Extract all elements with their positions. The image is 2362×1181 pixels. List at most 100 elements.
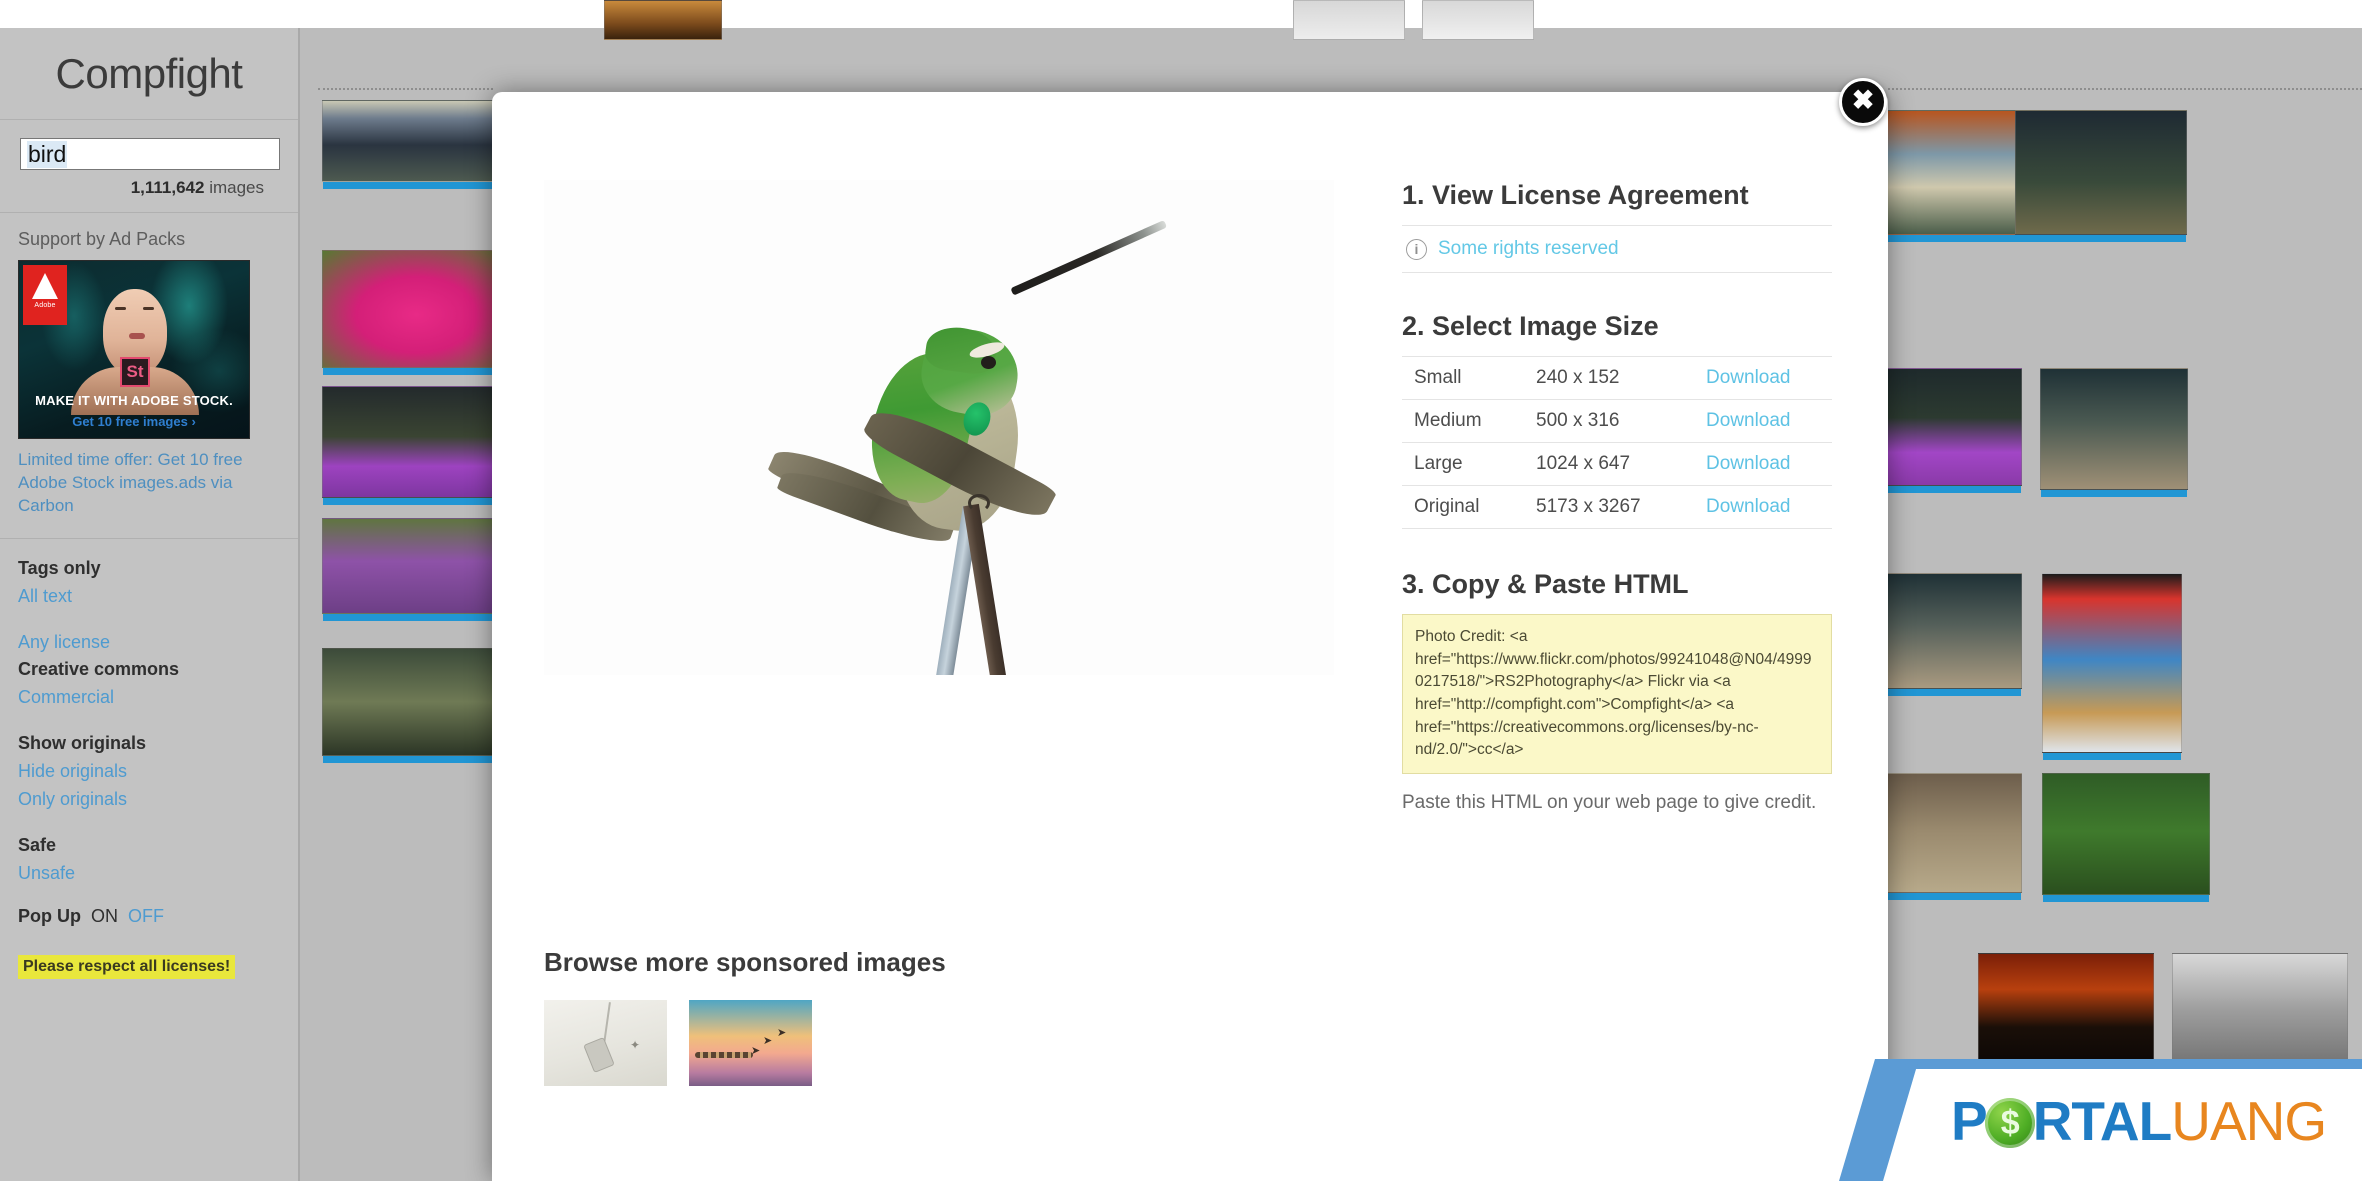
image-preview[interactable] — [544, 180, 1334, 675]
sponsored-section: Browse more sponsored images ✦ ➤ ➤ ➤ — [544, 947, 1244, 1086]
popup-off-option[interactable]: OFF — [128, 906, 164, 927]
watermark-rtal: RTAL — [2032, 1090, 2173, 1152]
portaluang-watermark: P RTALUANG — [1839, 1059, 2362, 1181]
table-row[interactable]: Small 240 x 152 Download — [1402, 356, 1832, 400]
grid-separator-right — [1888, 88, 2362, 90]
thumbnail-bird-lavender-2[interactable] — [322, 518, 518, 621]
small-bird-icon: ✦ — [630, 1038, 641, 1052]
sidebar-filters: Tags only All text Any license Creative … — [0, 539, 298, 979]
thumbnail-top-partial-3[interactable] — [1422, 0, 1534, 40]
ad-tagline: MAKE IT WITH ADOBE STOCK. — [35, 393, 233, 408]
table-row[interactable]: Original 5173 x 3267 Download — [1402, 485, 1832, 529]
modal-side-column: 1. View License Agreement i Some rights … — [1402, 180, 1832, 816]
size-name: Original — [1402, 485, 1534, 529]
size-name: Medium — [1402, 399, 1534, 443]
license-row[interactable]: i Some rights reserved — [1402, 226, 1832, 272]
luggage-tag-icon — [583, 1036, 615, 1074]
filter-hide-originals[interactable]: Hide originals — [18, 758, 280, 786]
page-root: Compfight bird 1,111,642 images Support … — [0, 0, 2362, 1181]
thumbnail-falco-can[interactable] — [2042, 573, 2182, 760]
sidebar: Compfight bird 1,111,642 images Support … — [0, 28, 300, 1181]
thumbnail-caracara[interactable] — [2042, 773, 2210, 902]
grid-separator-left — [318, 88, 493, 90]
download-link[interactable]: Download — [1704, 442, 1832, 486]
filter-group-originals: Show originals Hide originals Only origi… — [18, 730, 280, 814]
search-input[interactable]: bird — [20, 138, 280, 170]
image-size-table: Small 240 x 152 Download Medium 500 x 31… — [1402, 356, 1832, 529]
thumbnail-monticello[interactable] — [2172, 953, 2348, 1073]
filter-safe[interactable]: Safe — [18, 832, 280, 860]
perch-wood — [963, 503, 1009, 675]
ad-banner[interactable]: Adobe St MAKE IT WITH ADOBE STOCK. Get 1… — [18, 260, 250, 439]
sponsored-heading: Browse more sponsored images — [544, 947, 946, 977]
result-count-suffix: images — [209, 178, 264, 197]
size-dims: 500 x 316 — [1534, 399, 1704, 443]
thumbnail-owl[interactable] — [322, 648, 518, 763]
filter-only-originals[interactable]: Only originals — [18, 786, 280, 814]
filter-tags-only[interactable]: Tags only — [18, 555, 280, 583]
ad-model-lips — [129, 333, 145, 339]
bird-icon-2: ➤ — [763, 1035, 773, 1047]
close-glyph: ✖ — [1851, 85, 1875, 115]
sponsored-thumb-row: ✦ ➤ ➤ ➤ — [544, 1000, 1244, 1086]
thumbnail-top-partial-2[interactable] — [1293, 0, 1405, 40]
filter-unsafe[interactable]: Unsafe — [18, 860, 280, 888]
result-count: 1,111,642 images — [20, 170, 278, 198]
ad-model-eye-left — [115, 307, 126, 310]
image-detail-modal: 1. View License Agreement i Some rights … — [492, 92, 1888, 1181]
thumbnail-flower-bee[interactable] — [322, 250, 518, 375]
brand-title: Compfight — [55, 49, 243, 97]
size-dims: 240 x 152 — [1534, 356, 1704, 400]
popup-on-option[interactable]: ON — [91, 906, 118, 927]
filter-all-text[interactable]: All text — [18, 583, 280, 611]
filter-any-license[interactable]: Any license — [18, 629, 280, 657]
ad-heading: Support by Ad Packs — [18, 229, 186, 249]
adobe-a-glyph — [32, 273, 58, 299]
thumbnail-heron[interactable] — [322, 100, 518, 189]
paste-instruction: Paste this HTML on your web page to give… — [1402, 791, 1817, 813]
filter-creative-commons[interactable]: Creative commons — [18, 656, 280, 684]
thumbnail-hawk-rock-1[interactable] — [2040, 368, 2188, 497]
popup-toggle-row: Pop Up ON OFF — [18, 906, 280, 927]
license-reminder-note: Please respect all licenses! — [18, 954, 236, 979]
thumbnail-quail[interactable] — [1880, 773, 2022, 900]
close-icon[interactable]: ✖ — [1839, 78, 1887, 126]
ad-cta-label[interactable]: Get 10 free images › — [19, 414, 249, 429]
size-dims: 5173 x 3267 — [1534, 485, 1704, 529]
sidebar-header: Compfight — [0, 28, 298, 120]
thumbnail-sunset[interactable] — [1978, 953, 2154, 1073]
bird-bill — [1010, 220, 1168, 296]
download-link[interactable]: Download — [1704, 485, 1832, 529]
sponsored-thumbnail-tag[interactable]: ✦ — [544, 1000, 667, 1086]
thumbnail-bird-lavender-1[interactable] — [322, 386, 518, 505]
ad-caption-link[interactable]: Limited time offer: Get 10 free Adobe St… — [18, 449, 280, 518]
adobe-logo-word: Adobe — [34, 302, 56, 309]
ad-model-eye-right — [143, 307, 154, 310]
filter-commercial[interactable]: Commercial — [18, 684, 280, 712]
table-row[interactable]: Large 1024 x 647 Download — [1402, 442, 1832, 486]
table-row[interactable]: Medium 500 x 316 Download — [1402, 399, 1832, 443]
download-link[interactable]: Download — [1704, 356, 1832, 400]
size-name: Small — [1402, 356, 1534, 400]
bird-icon-3: ➤ — [777, 1027, 787, 1039]
thumbnail-kite-perched[interactable] — [2015, 110, 2187, 242]
license-link[interactable]: Some rights reserved — [1438, 238, 1619, 260]
watermark-p: P — [1951, 1090, 1988, 1152]
download-link[interactable]: Download — [1704, 399, 1832, 443]
chain-icon — [695, 1052, 753, 1058]
thumbnail-top-partial-1[interactable] — [604, 0, 722, 40]
thumbnail-crow-flowers[interactable] — [1880, 368, 2022, 493]
search-input-value: bird — [27, 141, 68, 168]
thumbnail-hawk-rock-2[interactable] — [1880, 573, 2022, 696]
filter-group-safety: Safe Unsafe — [18, 832, 280, 888]
filter-show-originals[interactable]: Show originals — [18, 730, 280, 758]
size-name: Large — [1402, 442, 1534, 486]
sidebar-search-section: bird 1,111,642 images — [0, 120, 298, 213]
adobe-logo-icon: Adobe — [23, 265, 67, 325]
step1-heading: 1. View License Agreement — [1402, 180, 1749, 210]
step1-divider-bottom — [1402, 272, 1832, 273]
result-count-number: 1,111,642 — [130, 178, 205, 197]
sponsored-thumbnail-chain-birds[interactable]: ➤ ➤ ➤ — [689, 1000, 812, 1086]
html-snippet-box[interactable]: Photo Credit: <a href="https://www.flick… — [1402, 614, 1832, 774]
dollar-coin-icon — [1984, 1098, 2035, 1148]
